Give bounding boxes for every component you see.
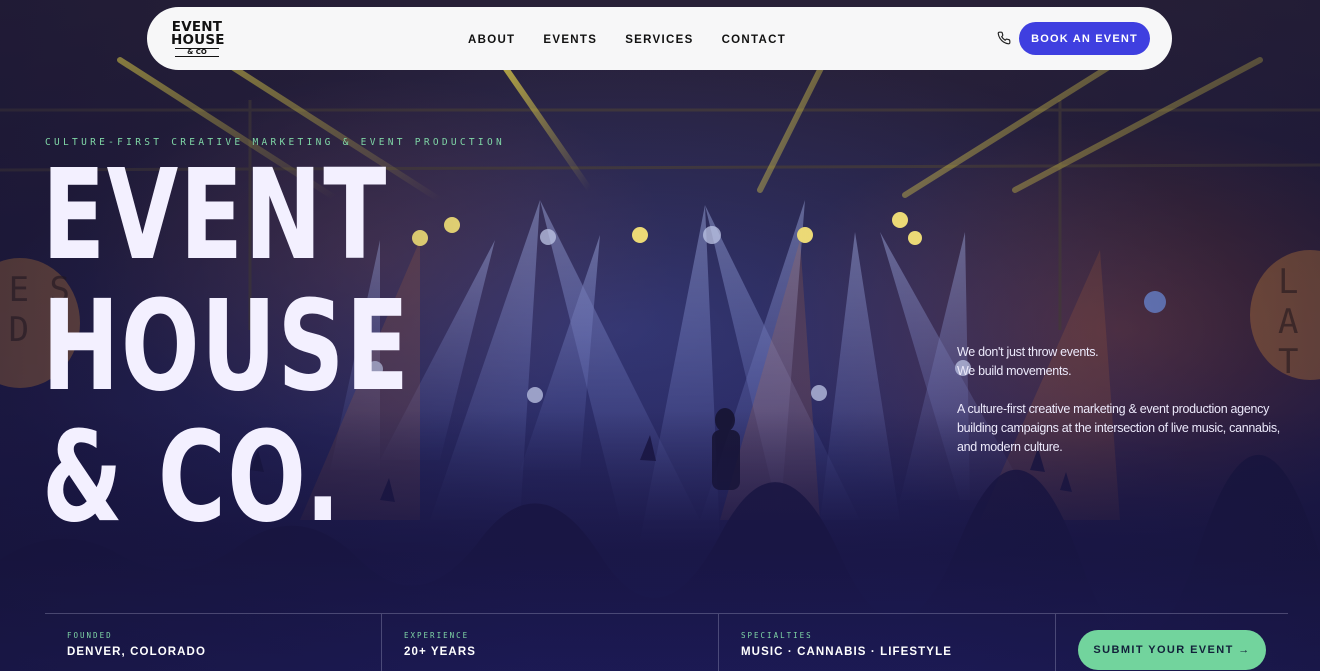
stat-experience: EXPERIENCE 20+ YEARS	[382, 614, 719, 671]
intro-lead-line-1: We don't just throw events.	[957, 345, 1099, 359]
hero-intro: We don't just throw events. We build mov…	[957, 343, 1297, 457]
logo-line-3: & CO	[175, 47, 219, 57]
stat-value: DENVER, COLORADO	[67, 646, 206, 658]
intro-lead: We don't just throw events. We build mov…	[957, 343, 1297, 381]
hero-title-line-3: & CO.	[42, 405, 342, 550]
logo-line-2: HOUSE	[171, 31, 225, 48]
stat-label: FOUNDED	[67, 631, 113, 640]
nav-link-about[interactable]: ABOUT	[468, 34, 515, 46]
stat-label: EXPERIENCE	[404, 631, 470, 640]
nav-link-services[interactable]: SERVICES	[625, 34, 693, 46]
top-navbar: EVENT HOUSE & CO ABOUT EVENTS SERVICES C…	[147, 7, 1172, 70]
stat-specialties: SPECIALTIES MUSIC · CANNABIS · LIFESTYLE	[719, 614, 1056, 671]
stat-value: 20+ YEARS	[404, 646, 477, 658]
nav-link-contact[interactable]: CONTACT	[722, 34, 786, 46]
submit-your-event-button[interactable]: SUBMIT YOUR EVENT →	[1078, 630, 1266, 670]
stat-founded: FOUNDED DENVER, COLORADO	[45, 614, 382, 671]
nav-link-events[interactable]: EVENTS	[543, 34, 597, 46]
book-an-event-button[interactable]: BOOK AN EVENT	[1019, 22, 1150, 55]
hero-title: EVENT HOUSE & CO.	[42, 150, 410, 543]
brand-logo[interactable]: EVENT HOUSE & CO	[171, 20, 225, 57]
intro-body: A culture-first creative marketing & eve…	[957, 402, 1280, 454]
intro-lead-line-2: We build movements.	[957, 364, 1072, 378]
hero-title-line-2: HOUSE	[42, 274, 411, 419]
stat-label: SPECIALTIES	[741, 631, 813, 640]
phone-icon[interactable]	[997, 31, 1011, 45]
nav-menu: ABOUT EVENTS SERVICES CONTACT	[468, 34, 786, 46]
stat-value: MUSIC · CANNABIS · LIFESTYLE	[741, 646, 952, 658]
hero-title-line-1: EVENT	[42, 143, 388, 288]
